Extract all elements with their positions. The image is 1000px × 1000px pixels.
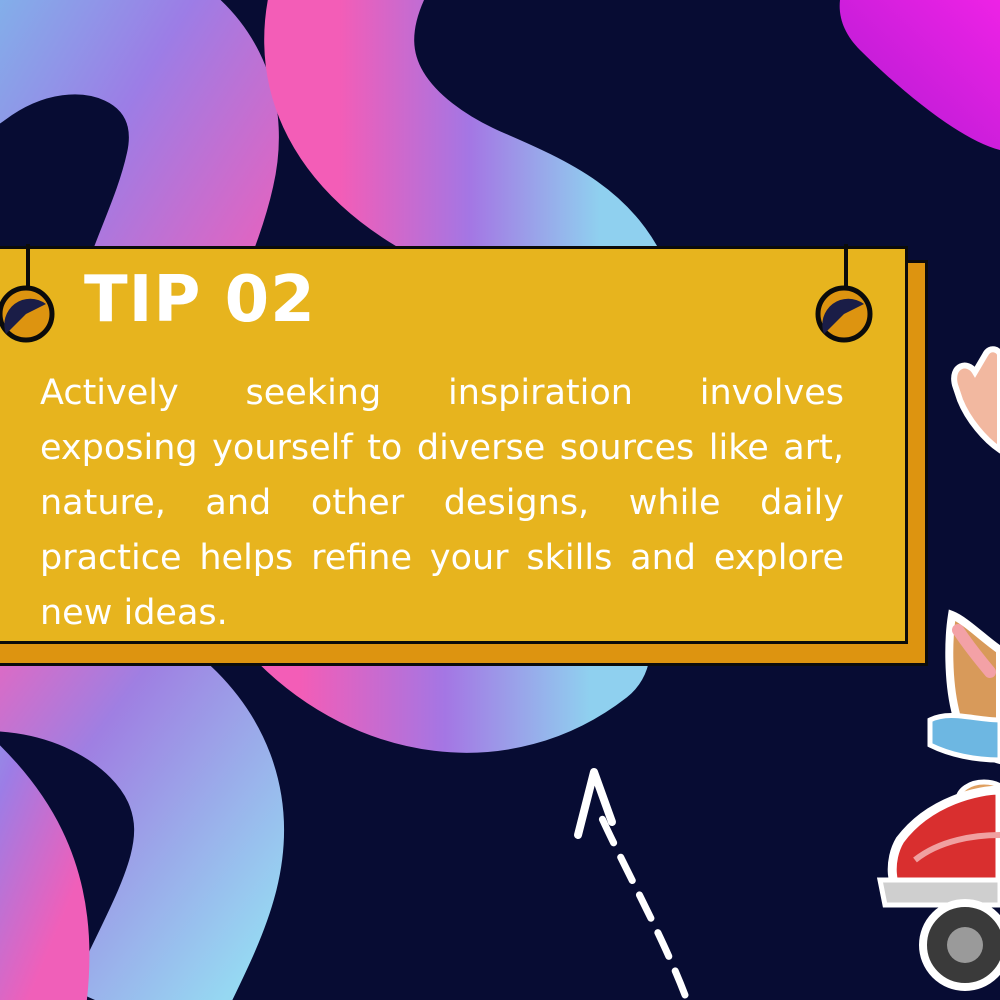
dog-on-scooter-sticker — [876, 346, 1000, 991]
waving-hand-icon — [951, 346, 1000, 454]
